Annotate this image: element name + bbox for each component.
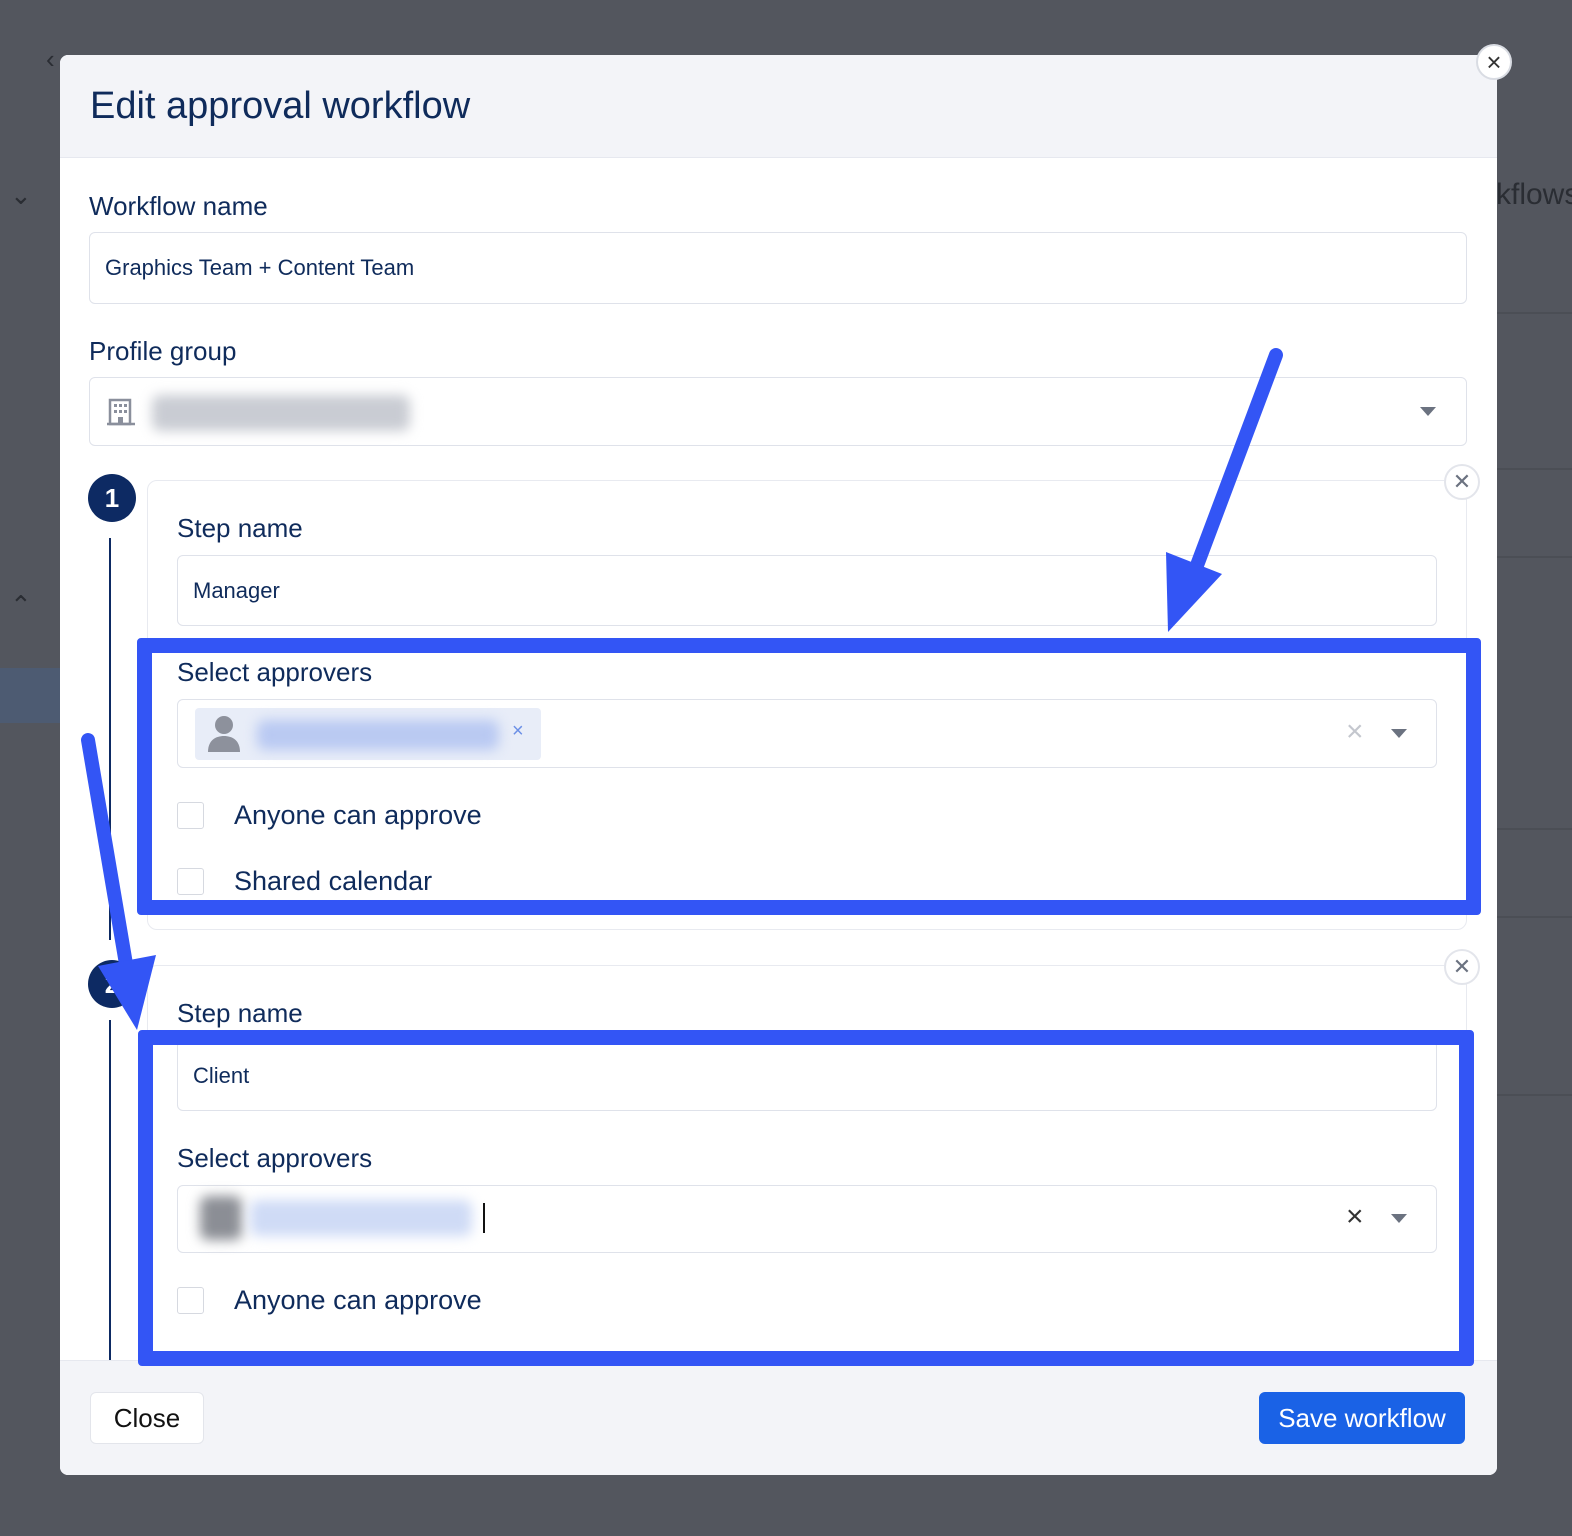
anyone-can-approve-checkbox[interactable] xyxy=(177,1287,204,1314)
close-icon: ✕ xyxy=(1452,469,1472,494)
checkbox-label: Shared calendar xyxy=(234,866,433,896)
user-avatar-icon xyxy=(208,716,240,752)
background-tab-text: kflows xyxy=(1496,178,1572,211)
background-divider xyxy=(1496,468,1572,470)
chevron-up-icon: ⌃ xyxy=(10,590,32,620)
step-name-label: Step name xyxy=(177,513,303,543)
clear-selection-icon[interactable]: × xyxy=(1346,1200,1364,1234)
step-name-value: Client xyxy=(193,1062,250,1088)
step-connector-line xyxy=(109,1020,111,1360)
remove-approver-icon[interactable]: × xyxy=(512,720,524,743)
clear-selection-icon[interactable]: × xyxy=(1346,715,1364,749)
background-divider xyxy=(1496,916,1572,918)
background-divider xyxy=(1496,312,1572,314)
background-selected-row xyxy=(0,668,60,723)
checkbox-label: Anyone can approve xyxy=(234,1285,482,1315)
workflow-name-label: Workflow name xyxy=(89,191,268,221)
select-approvers-label: Select approvers xyxy=(177,657,373,687)
workflow-name-value: Graphics Team + Content Team xyxy=(105,255,415,280)
modal-title: Edit approval workflow xyxy=(90,85,471,127)
approver-avatar-redacted xyxy=(200,1196,242,1240)
step-number-badge: 1 xyxy=(88,474,136,522)
save-workflow-button[interactable]: Save workflow xyxy=(1259,1392,1465,1444)
approver-name-redacted xyxy=(250,1200,472,1236)
profile-group-value-redacted xyxy=(152,395,410,431)
modal-close-button[interactable]: × xyxy=(1476,44,1512,80)
chevron-down-icon[interactable] xyxy=(1391,729,1407,738)
building-icon xyxy=(107,398,135,426)
chevron-down-icon[interactable] xyxy=(1420,407,1436,416)
profile-group-label: Profile group xyxy=(89,336,237,366)
shared-calendar-checkbox[interactable] xyxy=(177,868,204,895)
step-number-badge: 2 xyxy=(88,960,136,1008)
text-cursor xyxy=(483,1203,485,1233)
anyone-can-approve-checkbox[interactable] xyxy=(177,802,204,829)
remove-step-button[interactable]: ✕ xyxy=(1444,949,1480,985)
select-approvers-label: Select approvers xyxy=(177,1143,373,1173)
chevron-down-icon: ⌄ xyxy=(10,180,32,210)
step-name-value: Manager xyxy=(193,577,280,603)
checkbox-label: Anyone can approve xyxy=(234,800,482,830)
approver-name-redacted xyxy=(257,720,499,750)
modal-header: Edit approval workflow xyxy=(60,55,1497,158)
step-name-input[interactable]: Manager xyxy=(177,555,1437,626)
step-name-label: Step name xyxy=(177,998,303,1028)
background-divider xyxy=(1496,828,1572,830)
step-connector-line xyxy=(109,538,111,940)
background-divider xyxy=(1496,556,1572,558)
close-icon: ✕ xyxy=(1452,954,1472,979)
background-divider xyxy=(1496,1094,1572,1096)
step-name-input[interactable]: Client xyxy=(177,1040,1437,1111)
workflow-name-input[interactable]: Graphics Team + Content Team xyxy=(89,232,1467,304)
chevron-down-icon[interactable] xyxy=(1391,1214,1407,1223)
close-button[interactable]: Close xyxy=(90,1392,204,1444)
back-chevron-icon: ‹ xyxy=(46,44,55,74)
close-icon: × xyxy=(1486,47,1502,77)
remove-step-button[interactable]: ✕ xyxy=(1444,464,1480,500)
